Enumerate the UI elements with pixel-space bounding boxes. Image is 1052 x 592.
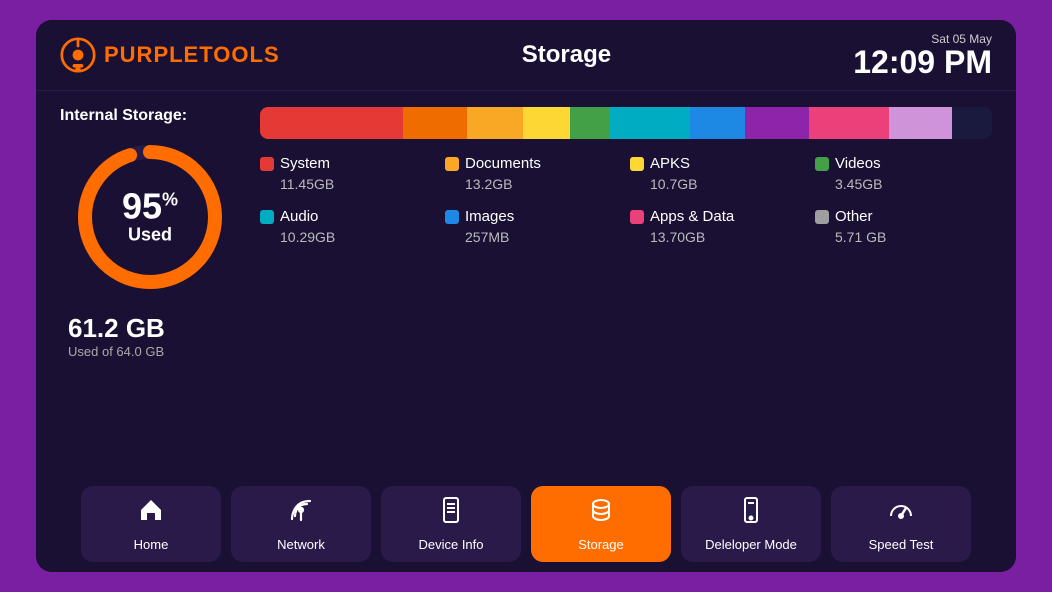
storage-item-header: Other bbox=[815, 208, 992, 225]
color-bar-segment bbox=[809, 107, 889, 139]
storage-item-size: 5.71 GB bbox=[815, 229, 992, 245]
storage-color-dot bbox=[260, 157, 274, 171]
color-bar-segment bbox=[570, 107, 610, 139]
storage-color-dot bbox=[260, 210, 274, 224]
main-screen: PURPLETOOLS Storage Sat 05 May 12:09 PM … bbox=[36, 20, 1016, 572]
logo-icon bbox=[60, 37, 96, 73]
storage-item-name: System bbox=[280, 155, 330, 172]
nav-label-developer-mode: Deleloper Mode bbox=[705, 537, 797, 552]
storage-item-name: APKS bbox=[650, 155, 690, 172]
storage-item: APKS 10.7GB bbox=[630, 155, 807, 192]
donut-chart: 95% Used bbox=[70, 137, 230, 297]
storage-color-dot bbox=[815, 157, 829, 171]
storage-item-name: Apps & Data bbox=[650, 208, 734, 225]
right-panel: System 11.45GB Documents 13.2GB APKS 10.… bbox=[260, 107, 992, 460]
storage-gb: 61.2 GB bbox=[68, 313, 165, 344]
nav-item-speed-test[interactable]: Speed Test bbox=[831, 486, 971, 562]
storage-item-header: APKS bbox=[630, 155, 807, 172]
storage-item-size: 10.7GB bbox=[630, 176, 807, 192]
storage-item-size: 257MB bbox=[445, 229, 622, 245]
storage-item-name: Other bbox=[835, 208, 873, 225]
storage-item-name: Documents bbox=[465, 155, 541, 172]
storage-item: System 11.45GB bbox=[260, 155, 437, 192]
header-time: Sat 05 May 12:09 PM bbox=[853, 32, 992, 78]
storage-item-size: 13.70GB bbox=[630, 229, 807, 245]
storage-item-size: 13.2GB bbox=[445, 176, 622, 192]
storage-icon bbox=[587, 496, 615, 531]
storage-color-dot bbox=[630, 157, 644, 171]
storage-item-header: Apps & Data bbox=[630, 208, 807, 225]
storage-item-name: Audio bbox=[280, 208, 318, 225]
nav-label-speed-test: Speed Test bbox=[869, 537, 934, 552]
donut-percent: 95% bbox=[122, 189, 178, 225]
nav-label-storage: Storage bbox=[578, 537, 624, 552]
network-icon bbox=[287, 496, 315, 531]
device-info-icon bbox=[437, 496, 465, 531]
nav-item-developer-mode[interactable]: Deleloper Mode bbox=[681, 486, 821, 562]
storage-item-header: Videos bbox=[815, 155, 992, 172]
speed-test-icon bbox=[887, 496, 915, 531]
storage-info: 61.2 GB Used of 64.0 GB bbox=[68, 313, 165, 359]
storage-item-name: Videos bbox=[835, 155, 881, 172]
storage-item: Videos 3.45GB bbox=[815, 155, 992, 192]
storage-item: Apps & Data 13.70GB bbox=[630, 208, 807, 245]
storage-item-size: 10.29GB bbox=[260, 229, 437, 245]
storage-item-header: Documents bbox=[445, 155, 622, 172]
storage-used-of: Used of 64.0 GB bbox=[68, 344, 165, 359]
main-content: Internal Storage: 95% Used 61.2 GB Used bbox=[36, 91, 1016, 476]
color-bar-segment bbox=[610, 107, 690, 139]
storage-item-header: Audio bbox=[260, 208, 437, 225]
logo: PURPLETOOLS bbox=[60, 37, 280, 73]
color-bar-segment bbox=[889, 107, 953, 139]
storage-item: Audio 10.29GB bbox=[260, 208, 437, 245]
storage-item: Images 257MB bbox=[445, 208, 622, 245]
donut-center: 95% Used bbox=[122, 189, 178, 246]
nav-item-device-info[interactable]: Device Info bbox=[381, 486, 521, 562]
storage-item: Documents 13.2GB bbox=[445, 155, 622, 192]
nav-item-storage[interactable]: Storage bbox=[531, 486, 671, 562]
color-bar-segment bbox=[745, 107, 809, 139]
home-icon bbox=[137, 496, 165, 531]
page-title: Storage bbox=[522, 41, 611, 69]
nav-label-network: Network bbox=[277, 537, 325, 552]
storage-item-size: 11.45GB bbox=[260, 176, 437, 192]
color-bar-segment bbox=[690, 107, 746, 139]
header: PURPLETOOLS Storage Sat 05 May 12:09 PM bbox=[36, 20, 1016, 91]
nav-label-device-info: Device Info bbox=[418, 537, 483, 552]
color-bar-segment bbox=[260, 107, 403, 139]
storage-item-header: Images bbox=[445, 208, 622, 225]
storage-item-header: System bbox=[260, 155, 437, 172]
color-bar bbox=[260, 107, 992, 139]
nav-label-home: Home bbox=[134, 537, 169, 552]
storage-color-dot bbox=[445, 210, 459, 224]
storage-color-dot bbox=[815, 210, 829, 224]
time-display: 12:09 PM bbox=[853, 46, 992, 78]
storage-grid: System 11.45GB Documents 13.2GB APKS 10.… bbox=[260, 155, 992, 245]
nav-item-network[interactable]: Network bbox=[231, 486, 371, 562]
storage-color-dot bbox=[445, 157, 459, 171]
storage-item: Other 5.71 GB bbox=[815, 208, 992, 245]
storage-item-name: Images bbox=[465, 208, 514, 225]
internal-storage-label: Internal Storage: bbox=[60, 107, 187, 125]
color-bar-segment bbox=[523, 107, 571, 139]
color-bar-segment bbox=[467, 107, 523, 139]
storage-item-size: 3.45GB bbox=[815, 176, 992, 192]
color-bar-segment bbox=[952, 107, 992, 139]
donut-used-label: Used bbox=[122, 225, 178, 246]
left-panel: Internal Storage: 95% Used 61.2 GB Used bbox=[60, 107, 240, 460]
nav-item-home[interactable]: Home bbox=[81, 486, 221, 562]
developer-mode-icon bbox=[737, 496, 765, 531]
logo-text: PURPLETOOLS bbox=[104, 42, 280, 68]
bottom-nav: Home Network Device Info Storage Delelop… bbox=[36, 476, 1016, 572]
color-bar-segment bbox=[403, 107, 467, 139]
storage-color-dot bbox=[630, 210, 644, 224]
